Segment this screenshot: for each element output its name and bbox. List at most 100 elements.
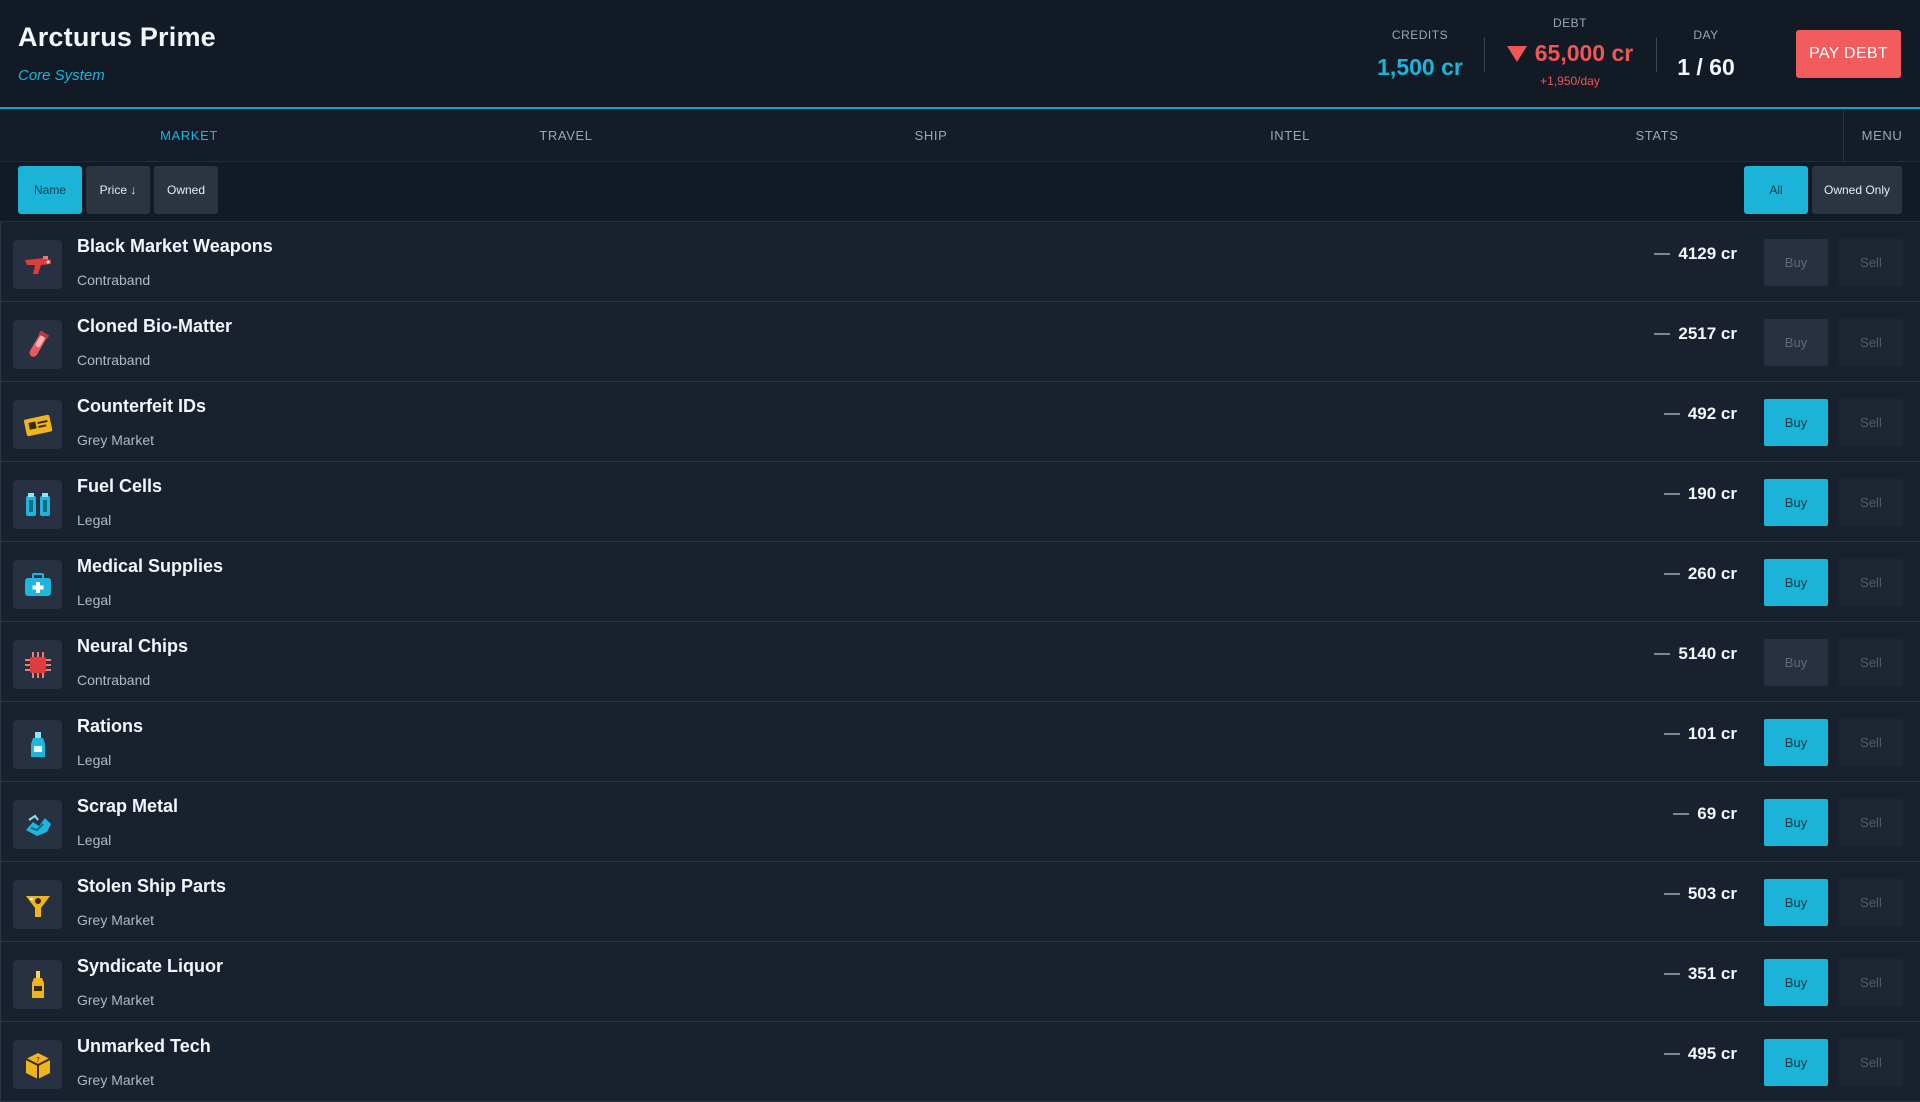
sell-button[interactable]: Sell (1839, 639, 1903, 686)
price-trend-flat-icon (1663, 893, 1680, 895)
item-price: 101 cr (1687, 724, 1737, 743)
item-name: Black Market Weapons (77, 236, 273, 256)
sort-name-button[interactable]: Name (18, 166, 82, 214)
system-name: Core System (18, 67, 105, 84)
item-price-block: 69 cr (1673, 804, 1737, 824)
tab-market[interactable]: MARKET (0, 109, 378, 162)
price-trend-flat-icon (1673, 813, 1690, 815)
day-label: DAY (1693, 28, 1719, 42)
id-card-icon (13, 400, 62, 449)
sell-button[interactable]: Sell (1839, 399, 1903, 446)
item-category: Grey Market (77, 912, 155, 928)
debt-label: DEBT (1552, 16, 1587, 30)
item-category: Grey Market (77, 992, 155, 1008)
item-price: 69 cr (1697, 804, 1737, 823)
tab-ship[interactable]: SHIP (754, 109, 1108, 162)
price-trend-flat-icon (1654, 253, 1671, 255)
sell-button[interactable]: Sell (1839, 1039, 1903, 1086)
buy-button[interactable]: Buy (1764, 479, 1828, 526)
sell-button[interactable]: Sell (1839, 799, 1903, 846)
liquor-icon (13, 960, 62, 1009)
chip-icon (13, 640, 62, 689)
buy-button[interactable]: Buy (1764, 239, 1828, 286)
item-price-block: 5140 cr (1654, 644, 1737, 664)
buy-button[interactable]: Buy (1764, 639, 1828, 686)
sell-button[interactable]: Sell (1839, 959, 1903, 1006)
debt-down-arrow-icon (1506, 45, 1527, 62)
item-price-block: 260 cr (1663, 564, 1737, 584)
debt-value-row: 65,000 cr (1496, 40, 1644, 67)
debt-rate: +1,950/day (1540, 74, 1600, 88)
market-row: Stolen Ship Parts Grey Market 503 cr Buy Sel… (0, 862, 1920, 942)
market-row: Black Market Weapons Contraband 4129 cr Buy… (0, 222, 1920, 302)
sell-button[interactable]: Sell (1839, 879, 1903, 926)
buy-button[interactable]: Buy (1764, 879, 1828, 926)
item-name: Rations (77, 716, 144, 736)
price-trend-flat-icon (1663, 573, 1680, 575)
buy-button[interactable]: Buy (1764, 799, 1828, 846)
divider (1484, 38, 1485, 72)
item-price-block: 101 cr (1663, 724, 1737, 744)
price-trend-flat-icon (1654, 653, 1671, 655)
buy-button[interactable]: Buy (1764, 319, 1828, 366)
item-price: 495 cr (1687, 1044, 1737, 1063)
market-row: Counterfeit IDs Grey Market 492 cr Buy Sell (0, 382, 1920, 462)
ship-part-icon (13, 880, 62, 929)
tab-stats[interactable]: STATS (1472, 109, 1842, 162)
sell-button[interactable]: Sell (1839, 319, 1903, 366)
market-row: Syndicate Liquor Grey Market 351 cr Buy Sell (0, 942, 1920, 1022)
sort-price-button[interactable]: Price ↓ (86, 166, 150, 214)
item-price-block: 190 cr (1663, 484, 1737, 504)
location-name: Arcturus Prime (18, 22, 216, 52)
item-name: Counterfeit IDs (77, 396, 207, 416)
debt-stat: DEBT 65,000 cr +1,950/day (1496, 16, 1644, 88)
market-row: Fuel Cells Legal 190 cr Buy Sell (0, 462, 1920, 542)
item-name: Fuel Cells (77, 476, 163, 496)
bottle-icon (13, 720, 62, 769)
market-row: Neural Chips Contraband 5140 cr Buy Sell (0, 622, 1920, 702)
sell-button[interactable]: Sell (1839, 239, 1903, 286)
item-price-block: 495 cr (1663, 1044, 1737, 1064)
pay-debt-button[interactable]: PAY DEBT (1796, 30, 1901, 78)
credits-label: CREDITS (1391, 28, 1449, 42)
filter-owned-only-button[interactable]: Owned Only (1812, 166, 1902, 214)
price-trend-flat-icon (1663, 1053, 1680, 1055)
item-name: Stolen Ship Parts (77, 876, 227, 896)
tab-intel[interactable]: INTEL (1108, 109, 1472, 162)
day-stat: DAY 1 / 60 (1668, 28, 1744, 81)
buy-button[interactable]: Buy (1764, 959, 1828, 1006)
item-price: 503 cr (1687, 884, 1737, 903)
item-category: Grey Market (77, 1072, 155, 1088)
crate-icon: ? (13, 1040, 62, 1089)
item-name: Unmarked Tech (77, 1036, 211, 1056)
item-price: 351 cr (1687, 964, 1737, 983)
item-price: 492 cr (1687, 404, 1737, 423)
svg-text:?: ? (36, 1056, 40, 1064)
buy-button[interactable]: Buy (1764, 1039, 1828, 1086)
tab-travel[interactable]: TRAVEL (378, 109, 754, 162)
buy-button[interactable]: Buy (1764, 719, 1828, 766)
market-row: Scrap Metal Legal 69 cr Buy Sell (0, 782, 1920, 862)
sell-button[interactable]: Sell (1839, 719, 1903, 766)
sort-owned-button[interactable]: Owned (154, 166, 218, 214)
filter-all-button[interactable]: All (1744, 166, 1808, 214)
price-trend-flat-icon (1654, 333, 1671, 335)
item-category: Legal (77, 832, 112, 848)
debt-value: 65,000 cr (1534, 40, 1634, 66)
buy-button[interactable]: Buy (1764, 559, 1828, 606)
sell-button[interactable]: Sell (1839, 479, 1903, 526)
item-price: 5140 cr (1678, 644, 1737, 663)
item-name: Neural Chips (77, 636, 189, 656)
price-trend-flat-icon (1663, 733, 1680, 735)
price-trend-flat-icon (1663, 413, 1680, 415)
sell-button[interactable]: Sell (1839, 559, 1903, 606)
menu-button[interactable]: MENU (1843, 109, 1920, 162)
credits-stat: CREDITS 1,500 cr (1364, 28, 1476, 81)
price-trend-flat-icon (1663, 973, 1680, 975)
market-list: Black Market Weapons Contraband 4129 cr Buy… (0, 222, 1920, 1102)
buy-button[interactable]: Buy (1764, 399, 1828, 446)
blaster-icon (13, 240, 62, 289)
main-nav: MARKET TRAVEL SHIP INTEL STATS MENU (0, 109, 1920, 162)
item-category: Legal (77, 752, 112, 768)
item-price-block: 351 cr (1663, 964, 1737, 984)
